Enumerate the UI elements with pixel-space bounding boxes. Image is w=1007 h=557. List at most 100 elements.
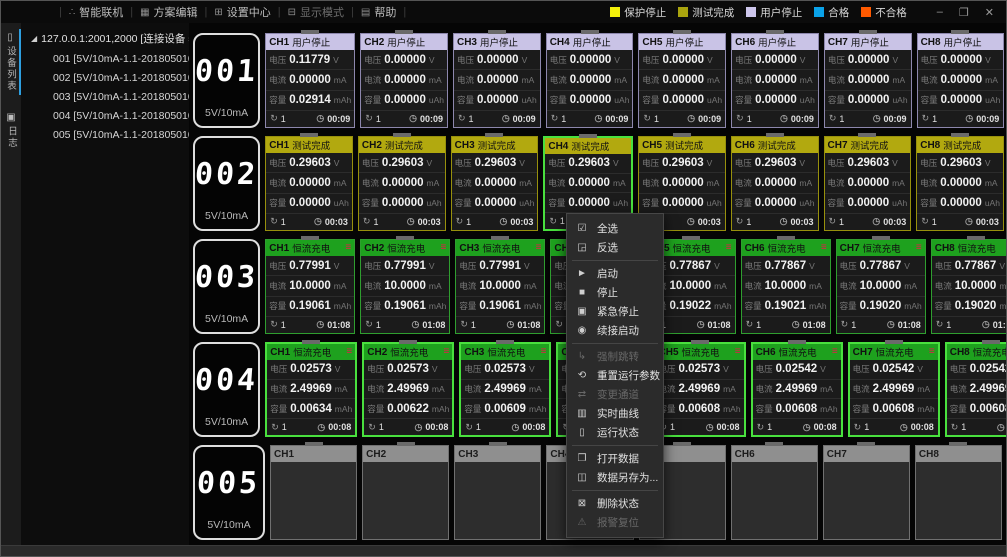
channel-card[interactable]: CH1用户停止电压0.11779V电流0.00000mA容量0.02914mAh…	[265, 33, 355, 128]
voltage-value: 0.77867	[670, 260, 712, 272]
loop-icon: ↻	[736, 216, 744, 227]
channel-card[interactable]: CH7测试完成电压0.29603V电流0.00000mA容量0.00000uAh…	[824, 136, 912, 231]
voltage-unit: V	[334, 158, 340, 168]
channel-card[interactable]: CH3恒流充电≡电压0.02573V电流2.49969mA容量0.00609mA…	[459, 342, 551, 437]
channel-card[interactable]: CH6用户停止电压0.00000V电流0.00000mA容量0.00000uAh…	[731, 33, 819, 128]
realtime-curve-icon: ▥	[567, 408, 597, 419]
legend-item-1: 保护停止	[610, 5, 666, 20]
current-value: 0.00000	[289, 74, 331, 86]
capacity-row: 容量0.19061mAh	[266, 297, 354, 317]
channel-card[interactable]: CH7恒流充电≡电压0.77867V电流10.0000mA容量0.19020mA…	[836, 239, 926, 334]
voltage-value: 0.29603	[755, 157, 797, 169]
channel-card[interactable]: CH1	[270, 445, 357, 540]
tree-device-node[interactable]: 002 [5V/10mA-1.1-20180501002]	[23, 68, 187, 87]
context-menu-item[interactable]: ▣紧急停止	[567, 302, 663, 321]
context-menu-item[interactable]: ⊠删除状态	[567, 494, 663, 513]
current-row: 电流2.49969mA	[656, 380, 744, 400]
voltage-row: 电压0.02542V	[947, 360, 1006, 380]
channel-card[interactable]: CH2恒流充电≡电压0.77991V电流10.0000mA容量0.19061mA…	[360, 239, 450, 334]
device-list-icon: ▯	[7, 32, 13, 43]
device-badge[interactable]: 0015V/10mA	[193, 33, 260, 128]
device-badge[interactable]: 0045V/10mA	[193, 342, 260, 437]
tree-device-node[interactable]: 005 [5V/10mA-1.1-20180501005]	[23, 125, 187, 144]
charging-icon: ≡	[345, 243, 351, 253]
context-menu-item[interactable]: ▥实时曲线	[567, 404, 663, 423]
tree-device-node[interactable]: 004 [5V/10mA-1.1-20180501004]	[23, 106, 187, 125]
side-tab-2[interactable]: ▣日志	[1, 109, 21, 152]
context-menu-item[interactable]: ►启动	[567, 264, 663, 283]
context-menu-item[interactable]: ◉续接启动	[567, 321, 663, 340]
menu-item-3[interactable]: ⊞设置中心	[207, 1, 277, 23]
channel-card[interactable]: CH6	[731, 445, 818, 540]
tree-device-node[interactable]: 001 [5V/10mA-1.1-20180501001]	[23, 49, 187, 68]
channel-card[interactable]: CH6恒流充电≡电压0.02542V电流2.49969mA容量0.00608mA…	[751, 342, 843, 437]
capacity-unit: mAh	[335, 404, 352, 414]
tree-root-node[interactable]: ◢ 127.0.0.1:2001,2000 [连接设备 5 台]	[23, 28, 187, 49]
channel-card[interactable]: CH2用户停止电压0.00000V电流0.00000mA容量0.00000uAh…	[360, 33, 448, 128]
menu-item-4[interactable]: ⊟显示模式	[281, 1, 351, 23]
channel-card[interactable]: CH1恒流充电≡电压0.77991V电流10.0000mA容量0.19061mA…	[265, 239, 355, 334]
current-row: 电流0.00000mA	[825, 70, 911, 90]
channel-card[interactable]: CH5用户停止电压0.00000V电流0.00000mA容量0.00000uAh…	[638, 33, 726, 128]
device-badge[interactable]: 0035V/10mA	[193, 239, 260, 334]
channel-name: CH7	[827, 449, 847, 460]
voltage-unit: V	[613, 158, 619, 168]
capacity-label: 容量	[735, 94, 752, 106]
device-badge[interactable]: 0025V/10mA	[193, 136, 260, 231]
context-menu-item[interactable]: ⟲重置运行参数	[567, 366, 663, 385]
channel-card[interactable]: CH3恒流充电≡电压0.77991V电流10.0000mA容量0.19061mA…	[455, 239, 545, 334]
device-badge[interactable]: 0055V/10mA	[193, 445, 265, 540]
channel-card[interactable]: CH1测试完成电压0.29603V电流0.00000mA容量0.00000uAh…	[265, 136, 353, 231]
capacity-value: 0.19020	[860, 300, 902, 312]
current-unit: mA	[334, 75, 347, 85]
menu-item-1[interactable]: ∴智能联机	[62, 1, 130, 23]
channel-card[interactable]: CH1恒流充电≡电压0.02573V电流2.49969mA容量0.00634mA…	[265, 342, 357, 437]
side-tab-1[interactable]: ▯设备列表	[1, 29, 21, 95]
voltage-value: 0.77867	[765, 260, 807, 272]
channel-card[interactable]: CH3	[454, 445, 541, 540]
channel-card[interactable]: CH5恒流充电≡电压0.02573V电流2.49969mA容量0.00608mA…	[654, 342, 746, 437]
elapsed-time: ◷00:09	[873, 113, 907, 124]
minimize-button[interactable]: –	[937, 6, 943, 18]
voltage-label: 电压	[935, 260, 952, 272]
channel-card[interactable]: CH4用户停止电压0.00000V电流0.00000mA容量0.00000uAh…	[546, 33, 634, 128]
voltage-row: 电压0.77867V	[837, 256, 925, 276]
channel-card[interactable]: CH6测试完成电压0.29603V电流0.00000mA容量0.00000uAh…	[731, 136, 819, 231]
channel-card[interactable]: CH2恒流充电≡电压0.02573V电流2.49969mA容量0.00622mA…	[362, 342, 454, 437]
channel-card-header: CH8测试完成	[917, 137, 1003, 153]
channel-card[interactable]: CH8恒流充电≡电压0.77867V电流10.0000mA容量0.19020mA…	[931, 239, 1006, 334]
channel-card[interactable]: CH2测试完成电压0.29603V电流0.00000mA容量0.00000uAh…	[358, 136, 446, 231]
context-menu-item[interactable]: ■停止	[567, 283, 663, 302]
voltage-row: 电压0.77867V	[742, 256, 830, 276]
channel-card-footer: ↻1◷00:03	[266, 214, 352, 230]
context-menu-item[interactable]: ❐打开数据	[567, 449, 663, 468]
voltage-value: 0.02542	[970, 363, 1006, 375]
channel-card[interactable]: CH8恒流充电≡电压0.02542V电流2.49969mA容量0.00608mA…	[945, 342, 1006, 437]
channel-card[interactable]: CH3测试完成电压0.29603V电流0.00000mA容量0.00000uAh…	[451, 136, 539, 231]
voltage-value: 0.00000	[384, 54, 426, 66]
context-menu-item[interactable]: ◲反选	[567, 238, 663, 257]
restore-button[interactable]: ❐	[959, 6, 969, 19]
tree-expander-icon[interactable]: ◢	[31, 34, 37, 43]
capacity-value: 0.00609	[484, 403, 526, 415]
menu-item-2[interactable]: ▦方案编辑	[133, 1, 204, 23]
channel-card[interactable]: CH8测试完成电压0.29603V电流0.00000mA容量0.00000uAh…	[916, 136, 1004, 231]
context-menu-item[interactable]: ▯运行状态	[567, 423, 663, 442]
current-label: 电流	[735, 177, 752, 189]
channel-card[interactable]: CH6恒流充电≡电压0.77867V电流10.0000mA容量0.19021mA…	[741, 239, 831, 334]
menu-item-5[interactable]: ▤帮助	[354, 1, 403, 23]
context-menu-item[interactable]: ◫数据另存为...	[567, 468, 663, 487]
channel-card[interactable]: CH7恒流充电≡电压0.02542V电流2.49969mA容量0.00608mA…	[848, 342, 940, 437]
channel-card[interactable]: CH3用户停止电压0.00000V电流0.00000mA容量0.00000uAh…	[453, 33, 541, 128]
channel-card[interactable]: CH2	[362, 445, 449, 540]
tree-device-node[interactable]: 003 [5V/10mA-1.1-20180501003]	[23, 87, 187, 106]
channel-name: CH7	[840, 243, 860, 254]
channel-card[interactable]: CH8用户停止电压0.00000V电流0.00000mA容量0.00000uAh…	[917, 33, 1005, 128]
close-button[interactable]: ✕	[985, 6, 994, 19]
channel-card[interactable]: CH8	[915, 445, 1002, 540]
channel-card[interactable]: CH7用户停止电压0.00000V电流0.00000mA容量0.00000uAh…	[824, 33, 912, 128]
channel-card[interactable]: CH7	[823, 445, 910, 540]
channel-name: CH5	[642, 140, 662, 151]
context-menu-item[interactable]: ☑全选	[567, 219, 663, 238]
capacity-label: 容量	[853, 403, 870, 415]
